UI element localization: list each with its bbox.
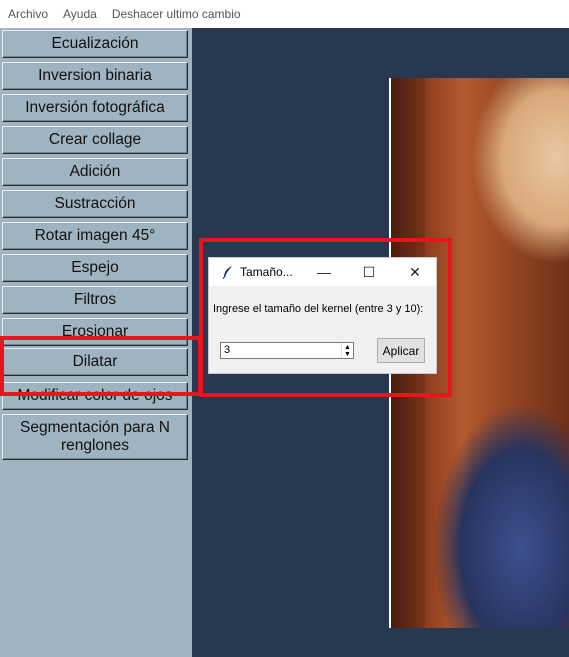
spin-up-icon[interactable]: ▲	[344, 344, 351, 351]
kernel-size-spinbox[interactable]: 3 ▲ ▼	[220, 342, 354, 359]
menu-bar: Archivo Ayuda Deshacer ultimo cambio	[0, 0, 569, 29]
maximize-icon[interactable]: ☐	[346, 258, 392, 286]
segmentacion-renglones-button[interactable]: Segmentación para N renglones	[2, 414, 188, 460]
espejo-button[interactable]: Espejo	[2, 254, 188, 282]
menu-archivo[interactable]: Archivo	[0, 0, 55, 28]
crear-collage-button[interactable]: Crear collage	[2, 126, 188, 154]
spin-down-icon[interactable]: ▼	[344, 351, 351, 358]
filtros-button[interactable]: Filtros	[2, 286, 188, 314]
minimize-icon[interactable]: —	[301, 258, 347, 286]
menu-ayuda[interactable]: Ayuda	[55, 0, 104, 28]
ecualizacion-button[interactable]: Ecualización	[2, 30, 188, 58]
kernel-size-prompt: Ingrese el tamaño del kernel (entre 3 y …	[213, 303, 424, 315]
sustraccion-button[interactable]: Sustracción	[2, 190, 188, 218]
rotar-imagen-button[interactable]: Rotar imagen 45°	[2, 222, 188, 250]
modificar-color-ojos-button[interactable]: Modificar color de ojos	[2, 382, 188, 410]
inversion-binaria-button[interactable]: Inversion binaria	[2, 62, 188, 90]
kernel-size-dialog: Tamaño... — ☐ ✕ Ingrese el tamaño del ke…	[208, 257, 437, 374]
kernel-size-value[interactable]: 3	[224, 344, 230, 356]
feather-icon	[222, 266, 232, 279]
inversion-fotografica-button[interactable]: Inversión fotográfica	[2, 94, 188, 122]
sidebar: Ecualización Inversion binaria Inversión…	[0, 28, 192, 657]
dialog-title: Tamaño...	[240, 265, 293, 279]
dilatar-button[interactable]: Dilatar	[2, 348, 188, 376]
spin-arrows[interactable]: ▲ ▼	[341, 343, 353, 358]
erosionar-button[interactable]: Erosionar	[2, 318, 188, 346]
dialog-title-bar[interactable]: Tamaño... — ☐ ✕	[209, 258, 436, 286]
adicion-button[interactable]: Adición	[2, 158, 188, 186]
menu-deshacer-ultimo-cambio[interactable]: Deshacer ultimo cambio	[104, 0, 248, 28]
apply-button[interactable]: Aplicar	[377, 338, 425, 363]
close-icon[interactable]: ✕	[392, 258, 438, 286]
